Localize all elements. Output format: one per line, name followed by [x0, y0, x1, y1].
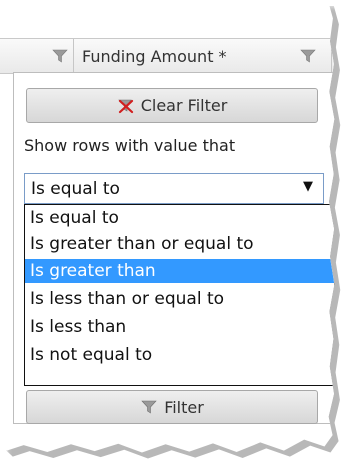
clear-filter-icon: [117, 99, 133, 113]
operator-dropdown-list: Is equal to Is greater than or equal to …: [24, 204, 335, 386]
funding-amount-column-header[interactable]: Funding Amount *: [74, 39, 332, 73]
previous-column-header[interactable]: [0, 39, 74, 73]
funnel-icon[interactable]: [300, 49, 316, 63]
show-rows-label: Show rows with value that: [24, 136, 236, 155]
option-is-greater-than[interactable]: Is greater than: [25, 259, 334, 283]
dropdown-caret-icon: ▼: [303, 179, 313, 194]
option-is-greater-than-or-equal-to[interactable]: Is greater than or equal to: [25, 232, 334, 256]
funnel-icon[interactable]: [52, 49, 68, 63]
funnel-icon: [141, 400, 157, 414]
filter-popup: Clear Filter Show rows with value that I…: [13, 72, 335, 424]
option-is-less-than-or-equal-to[interactable]: Is less than or equal to: [25, 287, 334, 311]
clear-filter-button[interactable]: Clear Filter: [26, 88, 318, 123]
operator-select[interactable]: Is equal to ▼: [24, 173, 324, 204]
grid-header-row: Funding Amount *: [0, 38, 335, 74]
option-is-less-than[interactable]: Is less than: [25, 315, 334, 339]
clear-filter-label: Clear Filter: [140, 96, 228, 115]
option-is-equal-to[interactable]: Is equal to: [25, 206, 334, 230]
filter-button-label: Filter: [164, 397, 204, 417]
column-header-label: Funding Amount *: [82, 47, 227, 66]
filter-button[interactable]: Filter: [26, 390, 318, 424]
operator-select-value: Is equal to: [31, 179, 120, 199]
screenshot-frame: Funding Amount * Clear Filter Show rows …: [0, 0, 335, 453]
option-is-not-equal-to[interactable]: Is not equal to: [25, 343, 334, 367]
